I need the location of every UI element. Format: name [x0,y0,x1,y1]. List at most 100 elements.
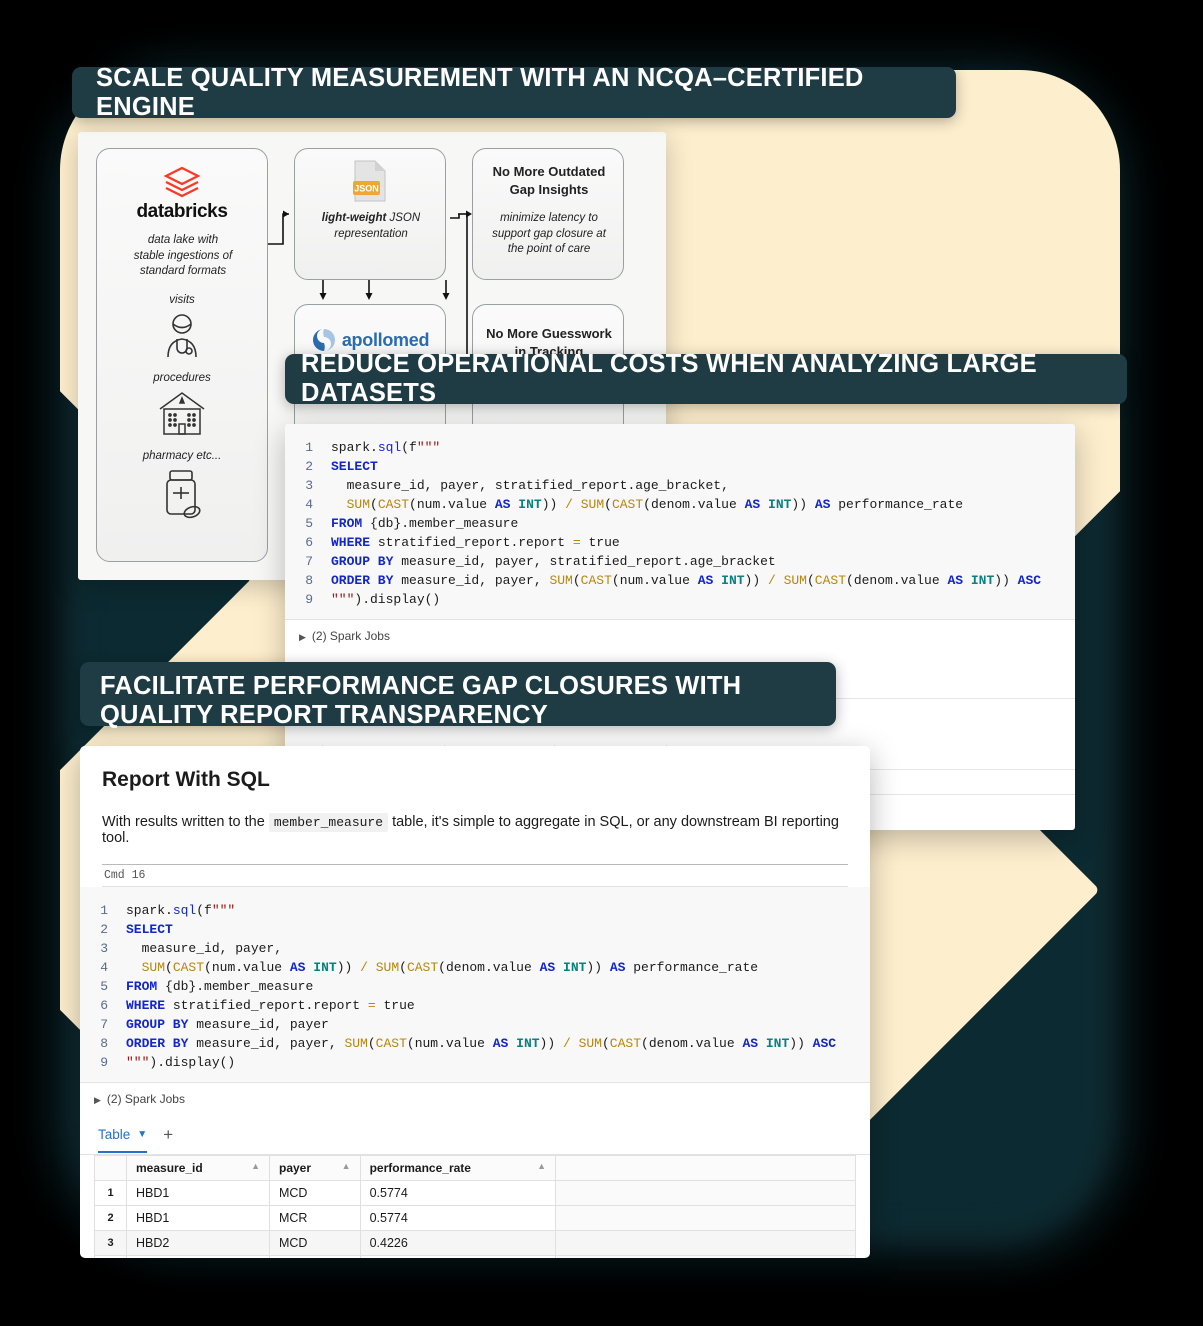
row-index: 1 [94,1180,127,1206]
empty-cell [555,1180,856,1206]
code-block-bottom[interactable]: 1 spark.sql(f""" 2 SELECT 3 measure_id, paye… [80,887,870,1082]
notebook-description: With results written to the member_measu… [102,813,848,846]
empty-cell [555,1230,856,1256]
table-body: 1 HBD1 MCD 0.5774 2 HBD1 MCR 0.5774 3 HBD2 MCD 0.… [94,1180,856,1258]
code-line: 5 FROM {db}.member_measure [80,977,870,996]
code-text: spark.sql(f""" [126,903,236,918]
column-header-payer[interactable]: payer ▲ [268,1155,361,1181]
code-line: 8 ORDER BY measure_id, payer, SUM(CAST(nu… [80,1034,870,1053]
code-line: 2 SELECT [80,920,870,939]
code-text: WHERE stratified_report.report = true [126,998,415,1013]
json-box: JSON light-weight JSON representation [294,148,446,280]
cell-measure_id: HBD1 [126,1180,270,1206]
code-text: GROUP BY measure_id, payer [126,1017,329,1032]
line-number: 7 [305,554,313,569]
desc-before: With results written to the [102,814,265,830]
databricks-logo-icon [163,166,201,198]
hospital-icon [97,389,267,442]
code-line: 8 ORDER BY measure_id, payer, SUM(CAST(nu… [285,571,1075,590]
spark-jobs-toggle-bottom[interactable]: ▶ (2) Spark Jobs [80,1082,870,1115]
spark-jobs-toggle-top[interactable]: ▶ (2) Spark Jobs [285,619,1075,652]
row-index: 3 [94,1230,127,1256]
table-row[interactable]: 2 HBD1 MCR 0.5774 [94,1205,856,1231]
code-line: 5 FROM {db}.member_measure [285,514,1075,533]
notebook-panel-bottom: Report With SQL With results written to … [80,746,870,1258]
code-line: 4 SUM(CAST(num.value AS INT)) / SUM(CAST… [80,958,870,977]
row-index-header [94,1155,127,1181]
code-text: measure_id, payer, [126,941,283,956]
line-number: 5 [100,979,108,994]
svg-text:JSON: JSON [354,184,379,194]
line-number: 6 [305,535,313,550]
procedures-label: procedures [153,372,211,384]
sort-ascending-icon[interactable]: ▲ [251,1161,260,1171]
databricks-logo [97,165,267,206]
line-number: 9 [100,1055,108,1070]
code-line: 6 WHERE stratified_report.report = true [285,533,1075,552]
add-visualization-button[interactable]: + [163,1125,173,1154]
code-line: 1 spark.sql(f""" [80,901,870,920]
table-row[interactable]: 3 HBD2 MCD 0.4226 [94,1230,856,1256]
cell-measure_id: HBD2 [126,1230,270,1256]
empty-column-header [555,1155,856,1181]
code-text: FROM {db}.member_measure [126,979,314,994]
tab-table[interactable]: Table ▼ [98,1127,148,1153]
code-text: """).display() [126,1055,236,1070]
line-number: 3 [100,941,108,956]
code-line: 4 SUM(CAST(num.value AS INT)) / SUM(CAST… [285,495,1075,514]
banner-3-text: FACILITATE PERFORMANCE GAP CLOSURES WITH… [100,672,742,729]
column-header-measure_id[interactable]: measure_id ▲ [126,1155,270,1181]
sort-ascending-icon[interactable]: ▲ [537,1161,546,1171]
line-number: 6 [100,998,108,1013]
cell-performance_rate: 0.4226 [359,1255,557,1258]
code-line: 9 """).display() [285,590,1075,609]
spark-jobs-label-bottom: (2) Spark Jobs [106,1092,185,1106]
code-block-top[interactable]: 1 spark.sql(f""" 2 SELECT 3 measure_id, paye… [285,424,1075,619]
json-line2: representation [334,227,408,240]
banner-reduce-costs: REDUCE OPERATIONAL COSTS WHEN ANALYZING … [285,350,1127,407]
json-bold-text: light-weight [321,212,387,224]
code-text: SUM(CAST(num.value AS INT)) / SUM(CAST(d… [141,960,759,975]
code-text: FROM {db}.member_measure [331,516,519,531]
sort-ascending-icon[interactable]: ▲ [342,1161,351,1171]
code-text: GROUP BY measure_id, payer, stratified_r… [331,554,776,569]
notebook-header: Report With SQL With results written to … [80,746,870,887]
databricks-caption: data lake with stable ingestions of stan… [133,234,233,278]
chevron-down-icon[interactable]: ▼ [137,1129,147,1140]
code-line: 1 spark.sql(f""" [285,438,1075,457]
code-line: 7 GROUP BY measure_id, payer, stratified_… [285,552,1075,571]
column-header-performance_rate[interactable]: performance_rate ▲ [359,1155,557,1181]
outcome-1-body: minimize latency to support gap closure … [492,212,606,256]
result-view-tabs: Table ▼ + [80,1115,870,1155]
code-text: SELECT [126,922,173,937]
result-table: measure_id ▲ payer ▲ performance_rate ▲ 1 HBD1… [94,1155,856,1258]
line-number: 8 [305,573,313,588]
line-number: 2 [305,459,313,474]
page-title: Report With SQL [102,768,270,791]
table-row[interactable]: 4HBD2MCR0.4226 [94,1255,856,1258]
code-line: 3 measure_id, payer, [80,939,870,958]
row-index: 4 [94,1255,127,1258]
pharmacy-label: pharmacy etc... [142,450,222,462]
cmd-label: Cmd 16 [102,864,848,887]
line-number: 2 [100,922,108,937]
cell-measure_id: HBD2 [126,1255,270,1258]
json-file-icon: JSON [295,159,445,208]
apollomed-wordmark: apollomed [341,329,430,350]
databricks-box: databricks data lake with stable ingesti… [96,148,268,562]
row-index: 2 [94,1205,127,1231]
line-number: 1 [305,440,313,455]
line-number: 5 [305,516,313,531]
code-text: ORDER BY measure_id, payer, SUM(CAST(num… [331,573,1042,588]
poster-stage: databricks data lake with stable ingesti… [0,0,1203,1326]
table-row[interactable]: 1 HBD1 MCD 0.5774 [94,1180,856,1206]
line-number: 7 [100,1017,108,1032]
expand-triangle-icon: ▶ [299,632,306,642]
databricks-wordmark: databricks [136,201,228,222]
banner-scale-quality: SCALE QUALITY MEASUREMENT WITH AN NCQA–C… [72,64,956,121]
outcome-box-no-outdated-gaps: No More Outdated Gap Insights minimize l… [472,148,624,280]
line-number: 1 [100,903,108,918]
code-line: 6 WHERE stratified_report.report = true [80,996,870,1015]
pill-bottle-icon [97,467,267,526]
line-number: 9 [305,592,313,607]
